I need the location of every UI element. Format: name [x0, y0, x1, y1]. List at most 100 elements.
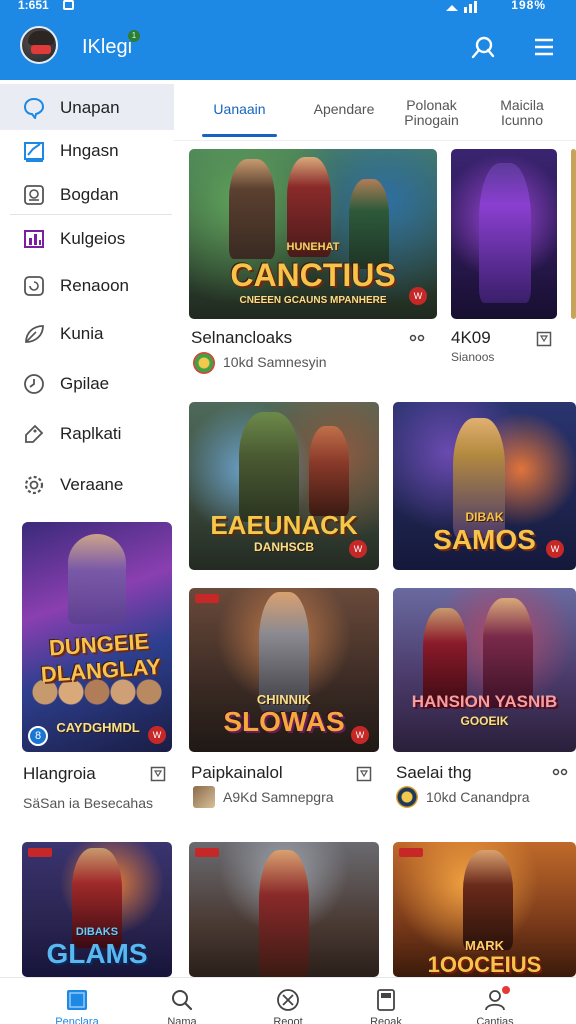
tab-maicila-icunno[interactable]: Maicila Icunno [486, 98, 558, 128]
app-title: IKlegi [82, 36, 133, 58]
featured-game-art-title: DUNGEIE DLANGLAY [40, 628, 162, 688]
tab-divider [174, 140, 576, 141]
nav-item-reoak[interactable]: Reoak [331, 978, 441, 1024]
game-art-subtitle: DIBAK [465, 510, 504, 524]
sidebar-item-kulgeios[interactable]: Kulgeios [0, 215, 174, 261]
tab-active-indicator [202, 134, 277, 137]
sidebar-item-label: Kulgeios [60, 229, 126, 248]
game-card[interactable]: HUNEHAT CANCTIUS CNEEEN GCAUNS MPANHERE … [189, 149, 437, 319]
featured-game-subtitle: SäSan ia Besecahas [23, 795, 153, 811]
game-art-title: CANCTIUS [230, 257, 396, 293]
signal-icon [446, 1, 477, 13]
game-art-tagline: CNEEEN GCAUNS MPANHERE [239, 295, 387, 306]
sidebar-item-label: Unapan [60, 98, 120, 117]
menu-icon[interactable] [531, 34, 557, 60]
game-developer: 10kd Canandpra [426, 789, 530, 805]
featured-game-title[interactable]: Hlangroia [23, 764, 96, 784]
game-card-edge [571, 149, 576, 319]
notification-icon [63, 0, 74, 10]
refresh-square-icon [24, 276, 44, 296]
age-rating-icon: W [351, 726, 369, 744]
game-card[interactable]: HANSION YASNIB GOOEIK [393, 588, 576, 752]
label-tag [28, 848, 52, 857]
game-art-title: GLAMS [46, 938, 148, 969]
label-tag [399, 848, 423, 857]
chat-bubble-icon [23, 97, 45, 119]
app-root: 1:651 198% IKlegi 1 Unapan Hngasn Bogdan… [0, 0, 576, 1024]
sidebar-item-veraane[interactable]: Veraane [0, 461, 174, 507]
game-title[interactable]: Selnancloaks [191, 328, 292, 348]
nav-item-reoot[interactable]: Reoot [233, 978, 343, 1024]
game-art-subtitle: CHINNIK [256, 692, 312, 707]
game-title[interactable]: Paipkainalol [191, 763, 283, 783]
nav-item-label: Cantias [476, 1016, 514, 1024]
game-art-subtitle: MARK [465, 938, 504, 953]
tab-apendare[interactable]: Apendare [294, 102, 394, 117]
search-icon [172, 990, 193, 1011]
bar-chart-icon [24, 230, 44, 248]
age-rating-icon: W [349, 540, 367, 558]
app-badge: 1 [128, 30, 140, 42]
compass-icon [277, 989, 299, 1011]
game-art-subtitle: GOOEIK [460, 714, 509, 728]
sidebar-item-label: Renaoon [60, 276, 130, 295]
sidebar-item-label: Hngasn [60, 141, 119, 160]
nav-item-label: Reoot [273, 1016, 303, 1024]
nav-item-label: Reoak [370, 1016, 402, 1024]
sidebar-item-bogdan[interactable]: Bogdan [0, 171, 174, 217]
game-art-subtitle: DIBAKS [75, 926, 119, 938]
sidebar-item-renaoon[interactable]: Renaoon [0, 262, 174, 308]
tab-polonak-pinogain[interactable]: Polonak Pinogain [399, 98, 464, 128]
sidebar-item-unapan[interactable]: Unapan [0, 84, 174, 130]
battery-level: 198% [511, 0, 546, 12]
game-title[interactable]: Saelai thg [396, 763, 472, 783]
game-card[interactable] [189, 842, 379, 977]
nav-item-penclara[interactable]: Penclara [22, 978, 132, 1024]
more-options-icon[interactable] [408, 331, 426, 345]
status-bar: 1:651 198% [0, 0, 576, 14]
gear-icon [24, 475, 44, 495]
bookmark-icon[interactable] [356, 766, 372, 782]
game-card[interactable] [451, 149, 557, 319]
game-title[interactable]: 4K09 [451, 328, 491, 348]
sidebar-item-raplkati[interactable]: Raplkati [0, 410, 174, 456]
sidebar-item-gpilae[interactable]: Gpilae [0, 360, 174, 406]
search-icon[interactable] [470, 34, 496, 60]
nav-item-nama[interactable]: Nama [127, 978, 237, 1024]
notification-dot [502, 986, 510, 994]
app-bar: IKlegi 1 [0, 14, 576, 80]
game-card[interactable]: DIBAK SAMOS W [393, 402, 576, 570]
sidebar-item-hngasn[interactable]: Hngasn [0, 127, 174, 173]
sidebar-item-label: Kunia [60, 324, 104, 343]
nav-item-cantias[interactable]: Cantias [440, 978, 550, 1024]
developer-logo-icon [396, 786, 418, 808]
game-art-subtitle: HUNEHAT [286, 241, 340, 253]
developer-logo-icon [193, 352, 215, 374]
age-rating-icon: W [546, 540, 564, 558]
tab-uanaain[interactable]: Uanaain [202, 102, 277, 117]
status-time: 1:651 [18, 0, 49, 12]
more-options-icon[interactable] [551, 765, 569, 779]
bookmark-icon[interactable] [536, 331, 552, 347]
nav-item-label: Nama [167, 1016, 197, 1024]
tab-bar: Uanaain Apendare Polonak Pinogain Maicil… [174, 80, 576, 140]
label-tag [195, 594, 219, 603]
featured-game-badge: 8 [28, 726, 48, 746]
sidebar-item-kunia[interactable]: Kunia [0, 310, 174, 356]
tag-icon [25, 424, 44, 443]
age-rating-icon: W [409, 287, 427, 305]
avatar[interactable] [20, 26, 58, 64]
home-square-icon [67, 990, 87, 1010]
game-card[interactable]: EAEUNACK DANHSCB W [189, 402, 379, 570]
timer-icon [24, 374, 44, 394]
game-card[interactable]: CHINNIK SLOWAS W [189, 588, 379, 752]
nav-item-label: Penclara [55, 1016, 99, 1024]
featured-game-card[interactable]: DUNGEIE DLANGLAY CAYDGHMDL 8 W [22, 522, 172, 752]
game-art-title: HANSION YASNIB [411, 692, 558, 711]
game-developer: A9Kd Samnepgra [223, 789, 334, 805]
game-card[interactable]: MARK 1OOCEIUS [393, 842, 576, 977]
bookmark-icon[interactable] [150, 766, 166, 782]
game-card[interactable]: DIBAKS GLAMS [22, 842, 172, 977]
game-developer: 10kd Samnesyin [223, 354, 327, 370]
age-rating-icon: W [148, 726, 166, 744]
